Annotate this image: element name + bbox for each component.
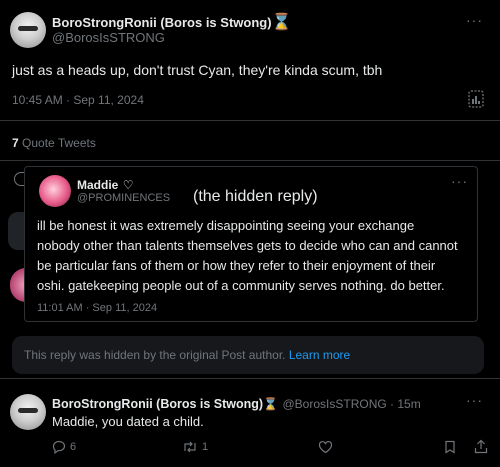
- maddie-avatar[interactable]: [39, 175, 71, 207]
- heart-icon: [318, 440, 333, 454]
- divider: [0, 120, 500, 121]
- bookmark-action[interactable]: [444, 440, 456, 454]
- like-action[interactable]: [318, 440, 333, 454]
- bookmark-icon: [445, 440, 455, 454]
- hidden-reply-card: Maddie ♡ @PROMINENCES (the hidden reply)…: [24, 166, 478, 322]
- author-display-name[interactable]: BoroStrongRonii (Boros is Stwong): [52, 397, 263, 411]
- divider: [0, 160, 500, 161]
- analytics-icon[interactable]: [468, 90, 484, 113]
- comment-icon: [52, 440, 66, 454]
- quote-tweets-link[interactable]: 7 Quote Tweets: [12, 136, 96, 150]
- author-avatar[interactable]: [10, 12, 46, 48]
- quote-tweets-count: 7: [12, 136, 19, 150]
- more-options-icon[interactable]: ···: [466, 12, 483, 28]
- reply-composer-fragment: [8, 212, 24, 250]
- post-timestamp[interactable]: 10:45 AM · Sep 11, 2024: [12, 93, 144, 107]
- hidden-reply-banner: This reply was hidden by the original Po…: [12, 336, 484, 374]
- reply-count: 6: [70, 441, 77, 453]
- reply-text: Maddie, you dated a child.: [52, 414, 204, 429]
- learn-more-link[interactable]: Learn more: [289, 348, 350, 362]
- hidden-reply-line: be particular fans of them or how they r…: [37, 258, 436, 273]
- maddie-display-name[interactable]: Maddie: [77, 178, 118, 192]
- reply-icon-fragment: [14, 172, 24, 186]
- maddie-handle[interactable]: @PROMINENCES: [77, 192, 170, 204]
- more-options-icon[interactable]: ···: [451, 173, 468, 189]
- author-name-row: BoroStrongRonii (Boros is Stwong)⌛: [52, 12, 291, 32]
- hidden-reply-line: ill be honest it was extremely disappoin…: [37, 218, 415, 233]
- hourglass-icon: ⌛: [271, 14, 292, 31]
- retweet-count: 1: [202, 441, 209, 453]
- hidden-banner-text: This reply was hidden by the original Po…: [24, 348, 286, 362]
- author-display-name[interactable]: BoroStrongRonii (Boros is Stwong): [52, 15, 272, 30]
- divider: [0, 378, 500, 379]
- more-options-icon[interactable]: ···: [466, 392, 483, 408]
- heart-icon: ♡: [122, 178, 134, 192]
- reply-action[interactable]: 6: [52, 440, 76, 454]
- hourglass-icon: ⌛: [263, 397, 279, 411]
- hidden-reply-timestamp[interactable]: 11:01 AM · Sep 11, 2024: [37, 302, 157, 314]
- hidden-reply-line: nobody other than talents themselves get…: [37, 238, 458, 253]
- author-handle[interactable]: @BorosIsSTRONG: [52, 30, 165, 45]
- annotation-label: (the hidden reply): [193, 188, 318, 205]
- retweet-action[interactable]: 1: [182, 440, 208, 454]
- reply-handle-time[interactable]: @BorosIsSTRONG · 15m: [283, 397, 421, 411]
- reply-header: BoroStrongRonii (Boros is Stwong)⌛ @Boro…: [52, 395, 421, 413]
- post-text: just as a heads up, don't trust Cyan, th…: [12, 62, 383, 78]
- share-action[interactable]: [474, 439, 488, 454]
- quote-tweets-label: Quote Tweets: [22, 136, 96, 150]
- retweet-icon: [184, 441, 196, 453]
- hidden-reply-text: ill be honest it was extremely disappoin…: [37, 216, 458, 296]
- hidden-reply-line: oshi. gatekeeping people out of a commun…: [37, 278, 445, 293]
- author-avatar[interactable]: [10, 394, 46, 430]
- reply-post: BoroStrongRonii (Boros is Stwong)⌛ @Boro…: [0, 380, 500, 467]
- share-icon: [474, 439, 488, 454]
